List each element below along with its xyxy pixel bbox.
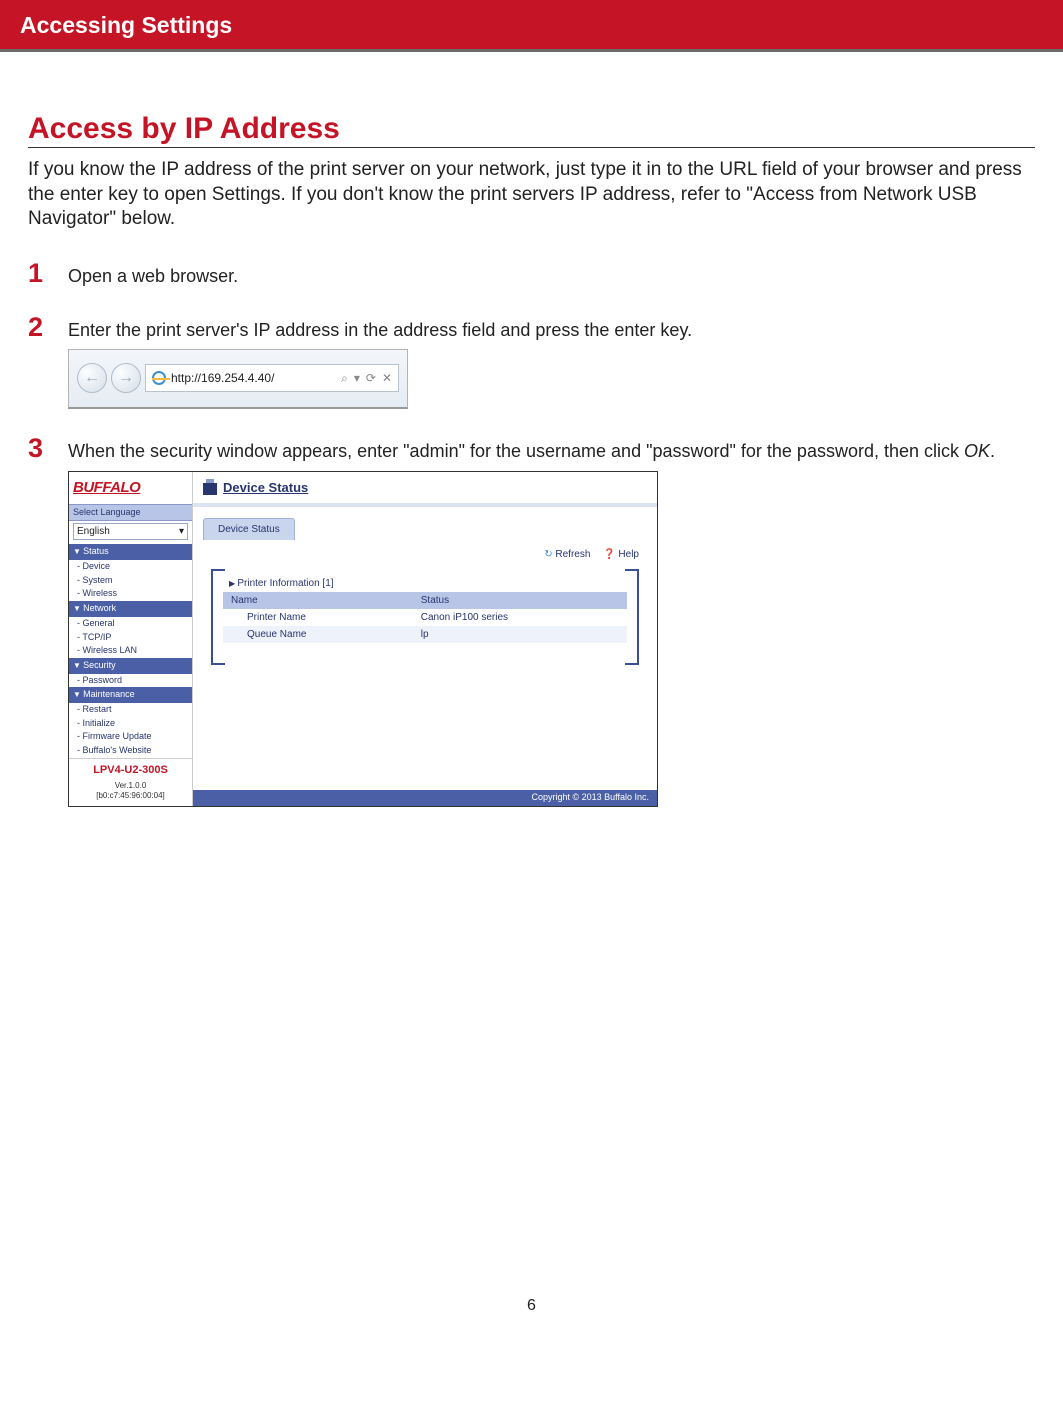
model-label: LPV4-U2-300S — [69, 758, 192, 781]
step-2: 2 Enter the print server's IP address in… — [28, 314, 1035, 408]
sidebar-item-fwupdate: Firmware Update — [69, 730, 192, 744]
copyright: Copyright © 2013 Buffalo Inc. — [193, 790, 657, 806]
tab-row: Device Status — [193, 507, 657, 540]
ok-text: OK — [964, 441, 990, 461]
ie-icon — [152, 371, 166, 385]
sidebar: BUFFALO Select Language English ▾ Status… — [69, 472, 193, 806]
version-label: Ver.1.0.0[b0:c7:45:96:00:04] — [69, 781, 192, 806]
address-bar: http://169.254.4.40/ ⌕ ▾ ⟳ ✕ — [145, 364, 399, 392]
step-number: 2 — [28, 314, 68, 341]
sidebar-item-tcpip: TCP/IP — [69, 631, 192, 645]
address-tools: ⌕ ▾ ⟳ ✕ — [341, 371, 392, 387]
step-text: Enter the print server's IP address in t… — [68, 320, 692, 340]
admin-panel-screenshot: BUFFALO Select Language English ▾ Status… — [68, 471, 658, 807]
sidebar-item-wireless: Wireless — [69, 587, 192, 601]
language-value: English — [77, 525, 110, 538]
sidebar-item-system: System — [69, 574, 192, 588]
sidebar-item-website: Buffalo's Website — [69, 744, 192, 758]
cell-printer-status: Canon iP100 series — [413, 609, 627, 626]
refresh-icon: ↻ — [544, 549, 552, 560]
sidebar-item-password: Password — [69, 674, 192, 688]
chevron-down-icon: ▾ — [179, 525, 184, 538]
step-number: 1 — [28, 260, 68, 287]
refresh-link: ↻ Refresh — [544, 549, 590, 560]
cat-network: Network — [69, 601, 192, 617]
main-title: Device Status — [223, 480, 308, 497]
select-language-label: Select Language — [69, 504, 192, 522]
info-box: Printer Information [1] NameStatus Print… — [211, 569, 639, 661]
step-text-a: When the security window appears, enter … — [68, 441, 964, 461]
cat-status: Status — [69, 544, 192, 560]
chapter-title: Accessing Settings — [20, 12, 232, 38]
printer-table: NameStatus Printer NameCanon iP100 serie… — [223, 592, 627, 643]
step-body: When the security window appears, enter … — [68, 435, 1035, 807]
dropdown-icon: ▾ — [354, 371, 360, 387]
language-select: English ▾ — [73, 523, 188, 540]
cat-maintenance: Maintenance — [69, 687, 192, 703]
cell-printer-name: Printer Name — [223, 609, 413, 626]
help-link: ❓ Help — [603, 549, 639, 560]
cell-queue-name: Queue Name — [223, 626, 413, 643]
page-content: Access by IP Address If you know the IP … — [0, 52, 1063, 1365]
sidebar-item-wlan: Wireless LAN — [69, 644, 192, 658]
step-text-b: . — [990, 441, 995, 461]
stop-icon: ✕ — [382, 371, 392, 387]
action-row: ↻ Refresh ❓ Help — [193, 540, 657, 569]
section-title: Access by IP Address — [28, 112, 1035, 148]
forward-icon: → — [111, 363, 141, 393]
page-number: 6 — [28, 1297, 1035, 1335]
chapter-header: Accessing Settings — [0, 0, 1063, 52]
buffalo-logo: BUFFALO — [69, 472, 192, 504]
step-3: 3 When the security window appears, ente… — [28, 435, 1035, 807]
cell-queue-status: lp — [413, 626, 627, 643]
printer-info-header: Printer Information [1] — [223, 575, 627, 592]
browser-screenshot: ← → http://169.254.4.40/ ⌕ ▾ ⟳ ✕ — [68, 349, 408, 409]
main-panel: Device Status Device Status ↻ Refresh ❓ … — [193, 472, 657, 806]
main-title-row: Device Status — [193, 472, 657, 507]
cat-security: Security — [69, 658, 192, 674]
step-number: 3 — [28, 435, 68, 462]
col-name: Name — [223, 592, 413, 609]
tab-device-status: Device Status — [203, 518, 295, 540]
step-1: 1 Open a web browser. — [28, 260, 1035, 288]
help-icon: ❓ — [603, 549, 615, 560]
sidebar-item-general: General — [69, 617, 192, 631]
back-icon: ← — [77, 363, 107, 393]
sidebar-item-device: Device — [69, 560, 192, 574]
search-icon: ⌕ — [341, 371, 348, 387]
url-text: http://169.254.4.40/ — [171, 371, 274, 387]
step-text: Open a web browser. — [68, 260, 1035, 288]
refresh-icon: ⟳ — [366, 371, 376, 387]
step-body: Enter the print server's IP address in t… — [68, 314, 1035, 408]
sidebar-item-initialize: Initialize — [69, 717, 192, 731]
section-intro: If you know the IP address of the print … — [28, 158, 1035, 232]
col-status: Status — [413, 592, 627, 609]
printer-icon — [203, 483, 217, 495]
sidebar-item-restart: Restart — [69, 703, 192, 717]
